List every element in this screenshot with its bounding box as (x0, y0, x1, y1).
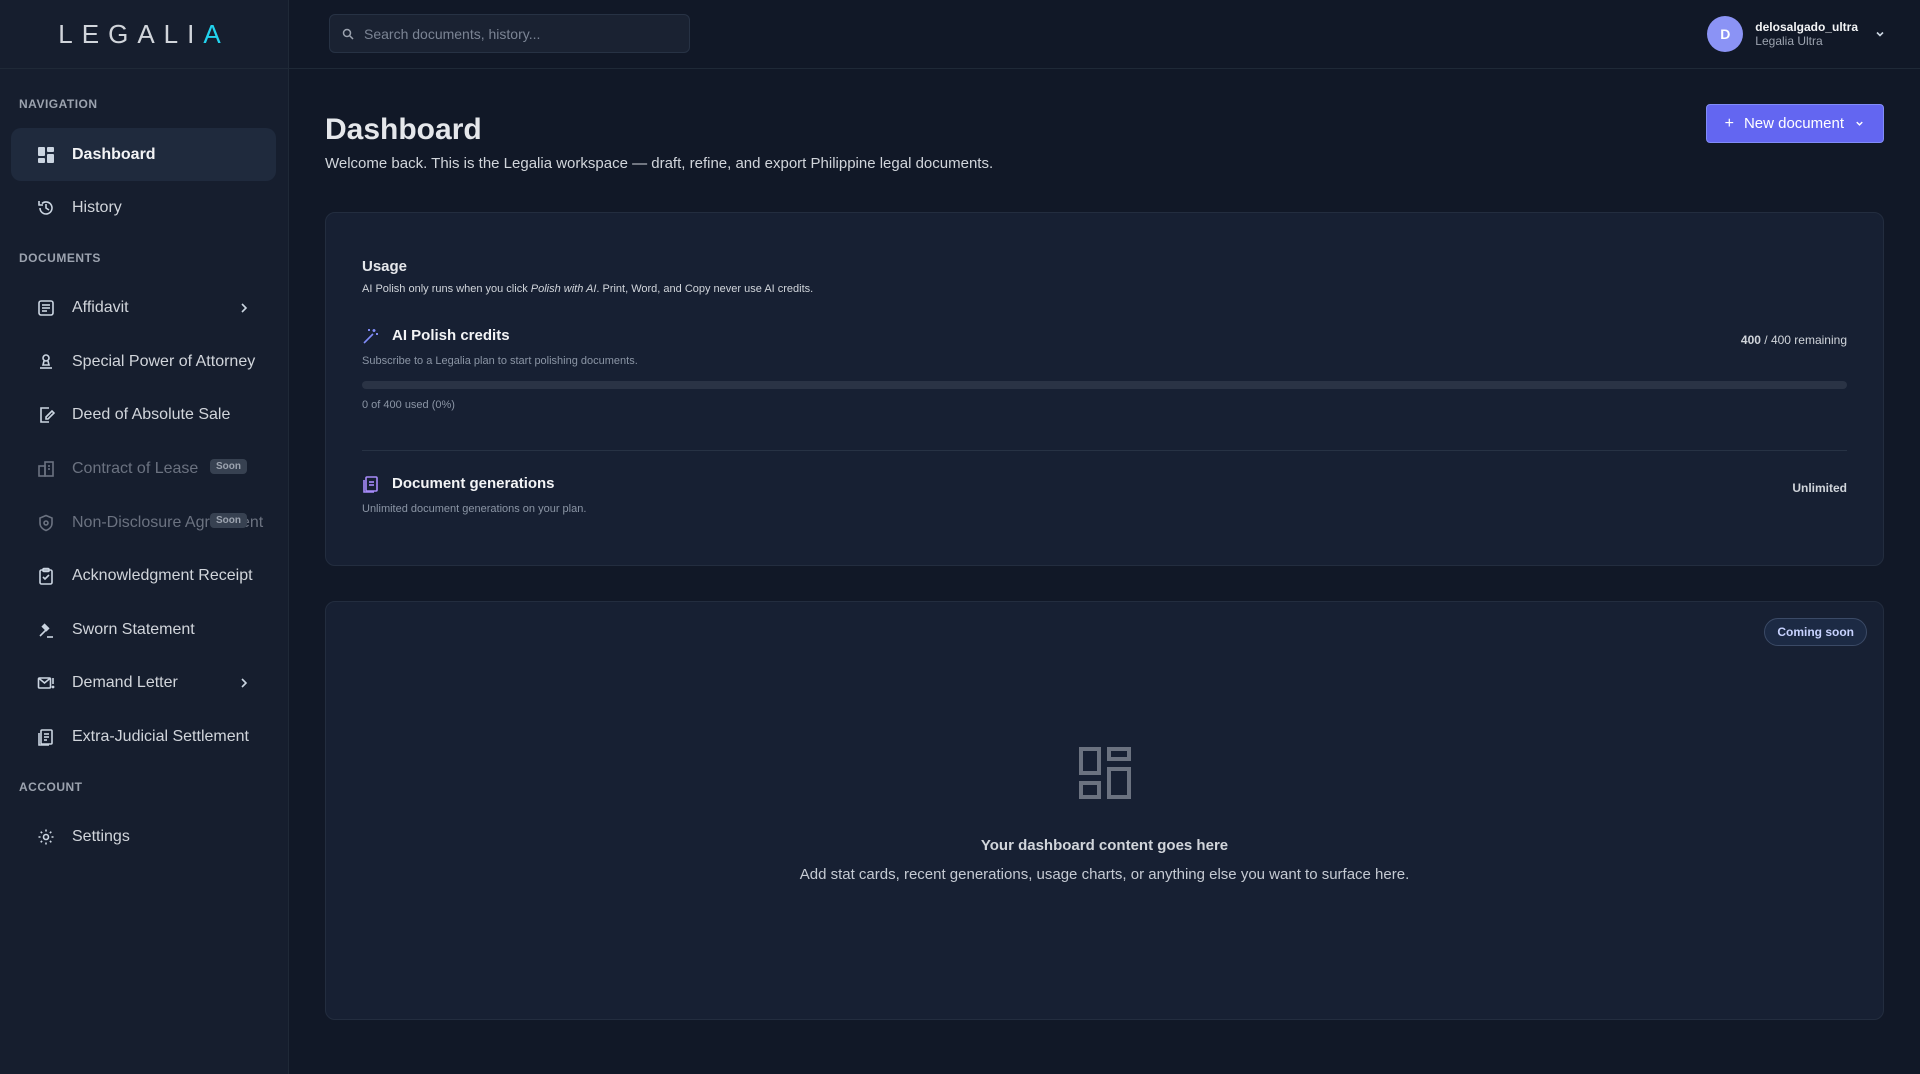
main-content: Dashboard Welcome back. This is the Lega… (289, 69, 1920, 1074)
page-title: Dashboard (325, 113, 482, 146)
section-account: ACCOUNT (19, 780, 83, 794)
sidebar-item-dashboard[interactable]: Dashboard (11, 128, 276, 181)
sidebar-item-history[interactable]: History (11, 181, 276, 234)
ai-polish-title: AI Polish credits (392, 327, 510, 344)
usage-card: Usage AI Polish only runs when you click… (325, 212, 1884, 566)
section-documents: DOCUMENTS (19, 251, 101, 265)
user-menu[interactable]: D delosalgado_ultra Legalia Ultra (1707, 15, 1886, 53)
sidebar-item-special-power-of-attorney[interactable]: Special Power of Attorney (11, 335, 276, 388)
mail-alert-icon (36, 673, 56, 693)
logo-text: LEGALI (58, 18, 204, 49)
search-input[interactable] (364, 25, 664, 42)
sidebar-item-label: Sworn Statement (72, 620, 195, 638)
sidebar-item-contract-of-lease: Contract of Lease Soon (11, 442, 276, 495)
sidebar-item-extra-judicial-settlement[interactable]: Extra-Judicial Settlement (11, 710, 276, 763)
sidebar-item-label: Acknowledgment Receipt (72, 566, 253, 584)
gavel-icon (36, 620, 56, 640)
chevron-down-icon (1856, 121, 1863, 126)
search-icon (342, 28, 354, 40)
placeholder-subtitle: Add stat cards, recent generations, usag… (799, 866, 1410, 883)
gear-icon (36, 827, 56, 847)
sidebar-item-settings[interactable]: Settings (11, 810, 276, 863)
sidebar-item-label: Settings (72, 827, 130, 845)
building-icon (36, 459, 56, 479)
document-generations-value: Unlimited (1792, 481, 1847, 495)
placeholder-card: Coming soon Your dashboard content goes … (325, 601, 1884, 1020)
document-edit-icon (36, 405, 56, 425)
documents-icon (36, 727, 56, 747)
coming-soon-badge: Coming soon (1764, 618, 1867, 646)
logo-area: LEGALIA (0, 0, 288, 69)
document-generations-description: Unlimited document generations on your p… (362, 503, 587, 515)
page-subtitle: Welcome back. This is the Legalia worksp… (325, 155, 994, 172)
ai-polish-description: Subscribe to a Legalia plan to start pol… (362, 355, 638, 367)
usage-title: Usage (362, 258, 408, 275)
sidebar: LEGALIA NAVIGATION Dashboard History DOC… (0, 0, 289, 1074)
usage-desc-em: Polish with AI (530, 283, 597, 295)
search-box[interactable] (329, 14, 690, 53)
sidebar-item-label: Extra-Judicial Settlement (72, 727, 249, 745)
usage-description: AI Polish only runs when you click Polis… (362, 283, 813, 295)
sidebar-item-label: Special Power of Attorney (72, 352, 256, 370)
document-icon (363, 476, 378, 493)
sidebar-item-label: Affidavit (72, 298, 129, 316)
logo-accent: A (203, 18, 230, 49)
sidebar-item-label: Demand Letter (72, 673, 178, 691)
avatar[interactable]: D (1707, 16, 1744, 52)
sidebar-item-sworn-statement[interactable]: Sworn Statement (11, 603, 276, 656)
magic-wand-icon (363, 329, 378, 344)
ai-polish-remaining: 400 / 400 remaining (1741, 333, 1847, 347)
history-icon (36, 198, 56, 218)
ai-polish-progress (362, 381, 1847, 389)
chevron-down-icon[interactable] (1874, 28, 1886, 40)
dashboard-icon (36, 145, 56, 165)
soon-badge: Soon (210, 459, 247, 474)
stamp-icon (36, 352, 56, 372)
sidebar-item-label: Contract of Lease (72, 459, 199, 477)
ai-remaining-count: 400 (1740, 333, 1761, 347)
user-plan: Legalia Ultra (1755, 34, 1823, 48)
sidebar-item-label: Deed of Absolute Sale (72, 405, 231, 423)
ai-remaining-total: / 400 remaining (1760, 333, 1847, 347)
document-list-icon (36, 298, 56, 318)
chevron-right-icon[interactable] (238, 677, 250, 689)
clipboard-check-icon (36, 566, 56, 586)
usage-desc-prefix: AI Polish only runs when you click (362, 283, 531, 295)
new-document-button[interactable]: + New document (1705, 104, 1884, 143)
dashboard-icon (1078, 747, 1131, 799)
sidebar-item-deed-of-absolute-sale[interactable]: Deed of Absolute Sale (11, 388, 276, 441)
shield-lock-icon (36, 513, 56, 533)
usage-desc-suffix: . Print, Word, and Copy never use AI cre… (596, 283, 814, 295)
legalia-logo[interactable]: LEGALIA (58, 19, 229, 50)
sidebar-item-acknowledgment-receipt[interactable]: Acknowledgment Receipt (11, 549, 276, 602)
soon-badge: Soon (210, 513, 247, 528)
plus-icon: + (1724, 114, 1734, 132)
user-name: delosalgado_ultra (1755, 20, 1858, 34)
sidebar-item-affidavit[interactable]: Affidavit (11, 281, 276, 334)
sidebar-item-label: Dashboard (72, 145, 156, 163)
sidebar-item-non-disclosure-agreement: Non-Disclosure Agreement Soon (11, 496, 276, 549)
section-navigation: NAVIGATION (19, 97, 98, 111)
document-generations-title: Document generations (392, 475, 555, 492)
ai-polish-used: 0 of 400 used (0%) (362, 399, 455, 411)
divider (362, 450, 1847, 451)
new-document-label: New document (1743, 115, 1844, 132)
user-info: delosalgado_ultra Legalia Ultra (1755, 20, 1858, 48)
topbar: D delosalgado_ultra Legalia Ultra (289, 0, 1920, 69)
sidebar-item-label: History (72, 198, 122, 216)
sidebar-item-demand-letter[interactable]: Demand Letter (11, 656, 276, 709)
placeholder-title: Your dashboard content goes here (980, 837, 1229, 854)
chevron-right-icon[interactable] (238, 302, 250, 314)
